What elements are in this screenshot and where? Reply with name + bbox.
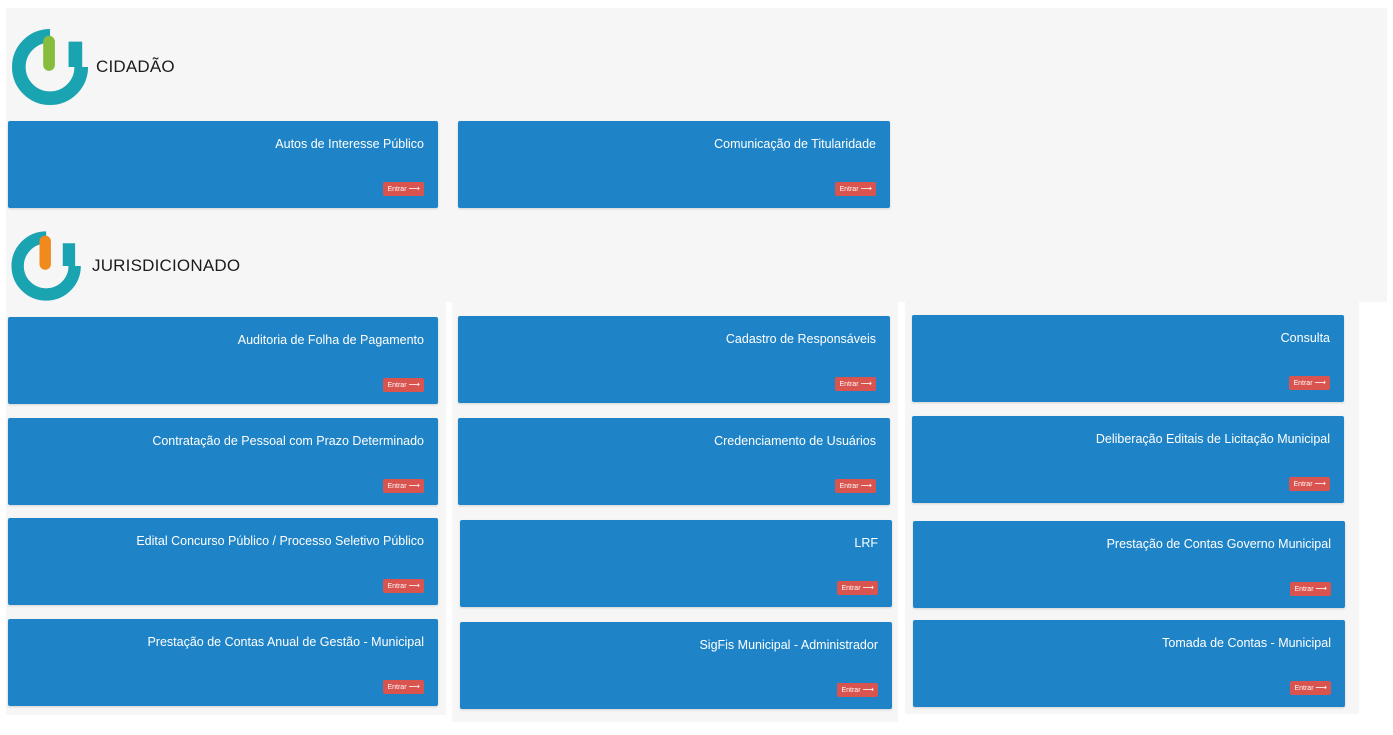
card-title: Prestação de Contas Governo Municipal	[1106, 537, 1331, 551]
enter-button[interactable]: Entrar ⟶	[1290, 681, 1331, 695]
arrow-right-icon: ⟶	[862, 685, 874, 694]
enter-button[interactable]: Entrar ⟶	[837, 581, 878, 595]
card-title: Edital Concurso Público / Processo Selet…	[136, 534, 424, 548]
arrow-right-icon: ⟶	[408, 581, 420, 590]
card-title: Consulta	[1280, 331, 1330, 345]
card-title: Prestação de Contas Anual de Gestão - Mu…	[147, 635, 424, 649]
arrow-right-icon: ⟶	[408, 184, 420, 193]
card-title: SigFis Municipal - Administrador	[699, 638, 878, 652]
enter-button[interactable]: Entrar ⟶	[383, 680, 424, 694]
card-title: Autos de Interesse Público	[275, 137, 424, 151]
enter-button[interactable]: Entrar ⟶	[383, 579, 424, 593]
cidadao-title: CIDADÃO	[96, 57, 175, 76]
card-consulta[interactable]: Consulta Entrar ⟶	[912, 315, 1344, 402]
cidadao-logo-icon	[12, 28, 89, 105]
arrow-right-icon: ⟶	[408, 481, 420, 490]
arrow-right-icon: ⟶	[860, 379, 872, 388]
enter-button[interactable]: Entrar ⟶	[835, 182, 876, 196]
arrow-right-icon: ⟶	[408, 380, 420, 389]
card-contratacao-pessoal[interactable]: Contratação de Pessoal com Prazo Determi…	[8, 418, 438, 505]
card-prestacao-contas-anual[interactable]: Prestação de Contas Anual de Gestão - Mu…	[8, 619, 438, 706]
card-title: Auditoria de Folha de Pagamento	[237, 333, 424, 347]
enter-button[interactable]: Entrar ⟶	[835, 479, 876, 493]
card-sigfis-municipal[interactable]: SigFis Municipal - Administrador Entrar ⟶	[460, 622, 892, 709]
card-title: Tomada de Contas - Municipal	[1162, 636, 1331, 650]
enter-button[interactable]: Entrar ⟶	[383, 479, 424, 493]
jurisdicionado-logo-icon	[11, 231, 81, 301]
card-title: LRF	[854, 536, 878, 550]
arrow-right-icon: ⟶	[408, 682, 420, 691]
enter-button[interactable]: Entrar ⟶	[835, 377, 876, 391]
arrow-right-icon: ⟶	[860, 184, 872, 193]
card-edital-concurso[interactable]: Edital Concurso Público / Processo Selet…	[8, 518, 438, 605]
arrow-right-icon: ⟶	[1315, 683, 1327, 692]
card-title: Deliberação Editais de Licitação Municip…	[1095, 432, 1330, 446]
card-auditoria-folha-pagamento[interactable]: Auditoria de Folha de Pagamento Entrar ⟶	[8, 317, 438, 404]
arrow-right-icon: ⟶	[1314, 378, 1326, 387]
card-title: Comunicação de Titularidade	[714, 137, 876, 151]
card-autos-interesse-publico[interactable]: Autos de Interesse Público Entrar ⟶	[8, 121, 438, 208]
card-title: Cadastro de Responsáveis	[725, 332, 876, 346]
jurisdicionado-title: JURISDICIONADO	[92, 256, 241, 275]
enter-button[interactable]: Entrar ⟶	[1290, 582, 1331, 596]
card-comunicacao-titularidade[interactable]: Comunicação de Titularidade Entrar ⟶	[458, 121, 890, 208]
arrow-right-icon: ⟶	[862, 583, 874, 592]
jurisdicionado-header: JURISDICIONADO	[10, 228, 240, 304]
enter-button[interactable]: Entrar ⟶	[383, 182, 424, 196]
card-cadastro-responsaveis[interactable]: Cadastro de Responsáveis Entrar ⟶	[458, 316, 890, 403]
cidadao-header: CIDADÃO	[10, 28, 175, 106]
card-credenciamento-usuarios[interactable]: Credenciamento de Usuários Entrar ⟶	[458, 418, 890, 505]
card-lrf[interactable]: LRF Entrar ⟶	[460, 520, 892, 607]
card-tomada-contas[interactable]: Tomada de Contas - Municipal Entrar ⟶	[913, 620, 1345, 707]
enter-button[interactable]: Entrar ⟶	[837, 683, 878, 697]
arrow-right-icon: ⟶	[1314, 479, 1326, 488]
card-prestacao-contas-governo[interactable]: Prestação de Contas Governo Municipal En…	[913, 521, 1345, 608]
enter-button[interactable]: Entrar ⟶	[1289, 477, 1330, 491]
enter-button[interactable]: Entrar ⟶	[383, 378, 424, 392]
card-deliberacao-editais[interactable]: Deliberação Editais de Licitação Municip…	[912, 416, 1344, 503]
card-title: Contratação de Pessoal com Prazo Determi…	[152, 434, 424, 448]
enter-button[interactable]: Entrar ⟶	[1289, 376, 1330, 390]
arrow-right-icon: ⟶	[1315, 584, 1327, 593]
arrow-right-icon: ⟶	[860, 481, 872, 490]
card-title: Credenciamento de Usuários	[714, 434, 876, 448]
